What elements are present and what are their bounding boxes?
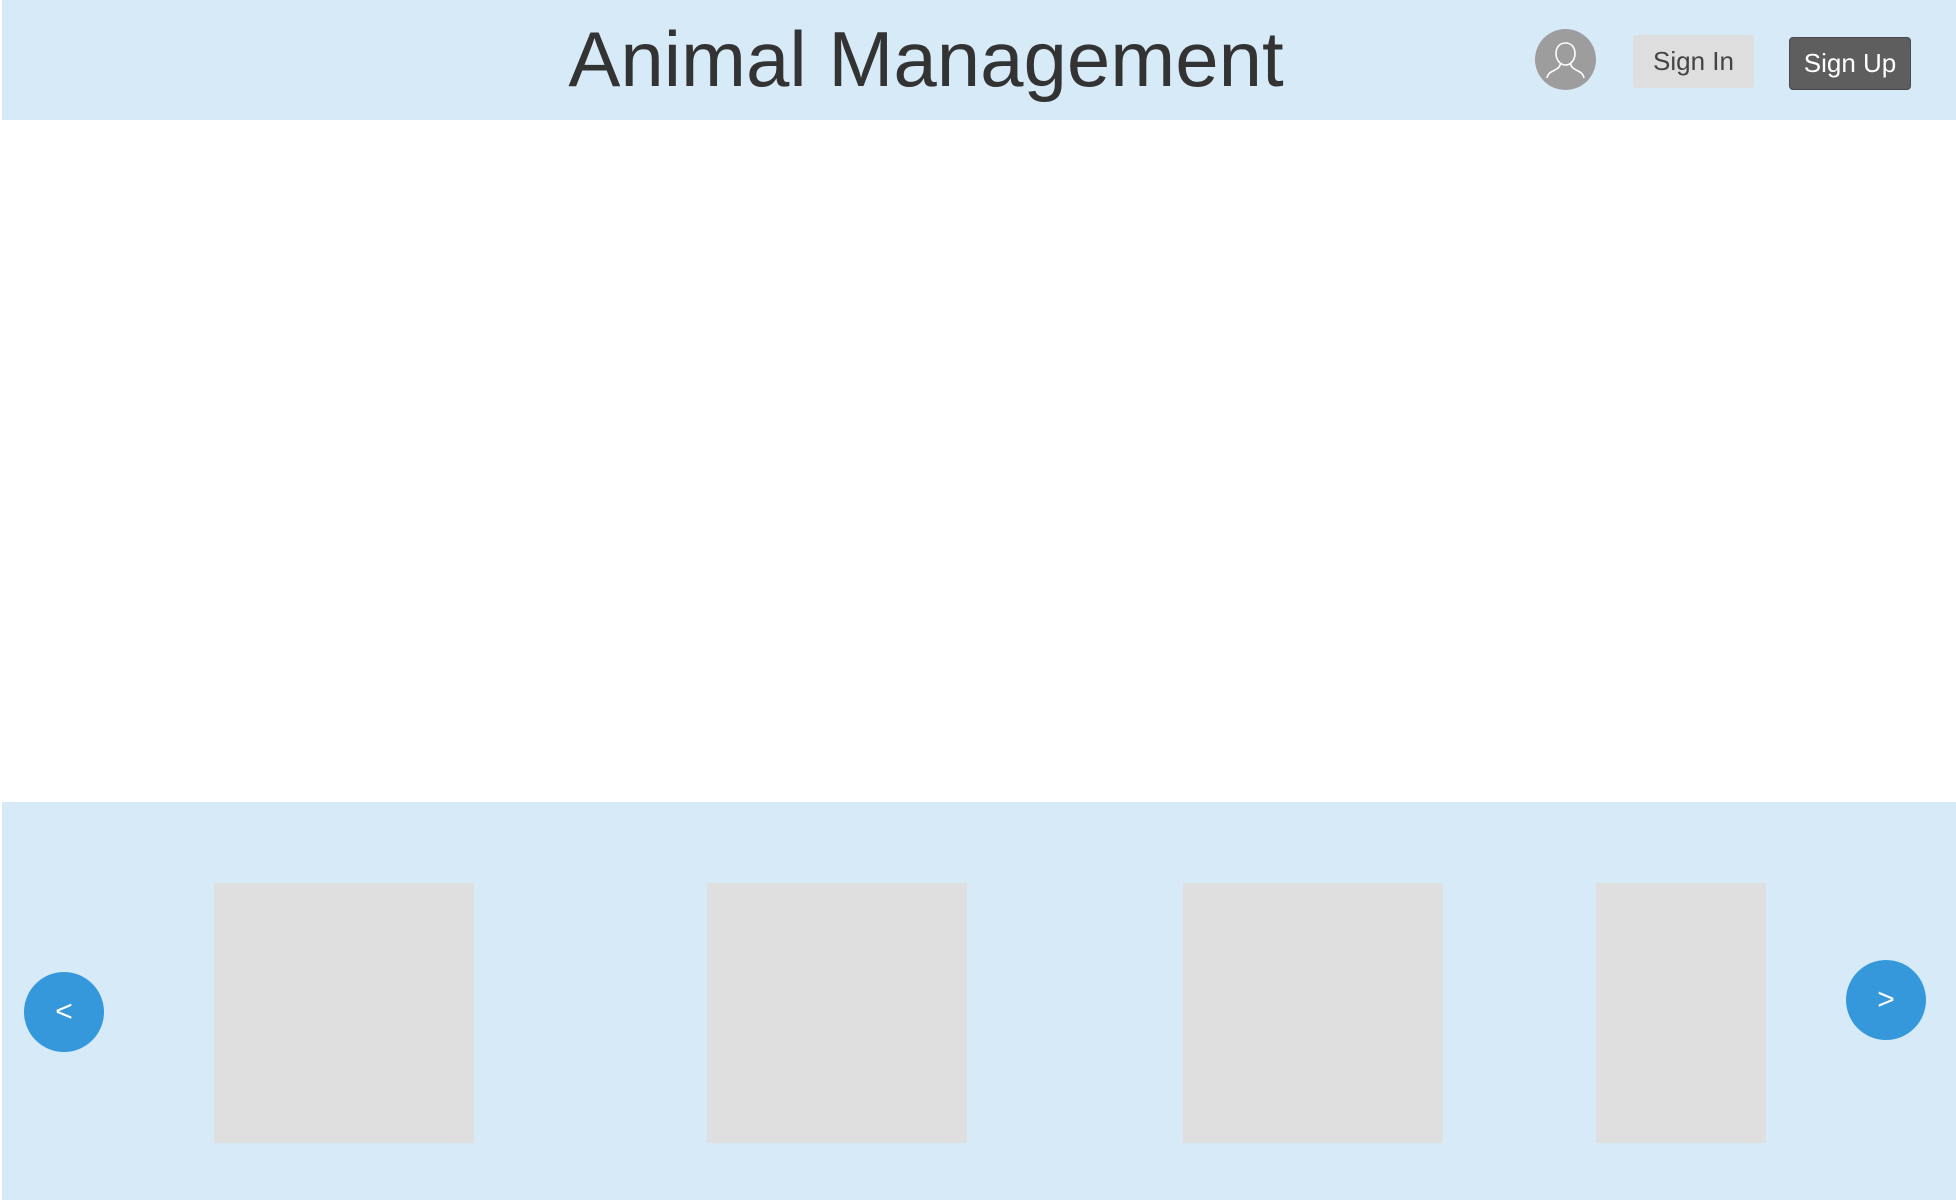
user-silhouette-icon (1546, 42, 1585, 79)
carousel-prev-button[interactable]: < (24, 972, 104, 1052)
carousel-slide-placeholder[interactable] (707, 883, 967, 1143)
header-bar: Animal Management Sign In Sign Up (2, 0, 1956, 120)
image-carousel: < > (2, 802, 1956, 1200)
sign-up-button[interactable]: Sign Up (1789, 37, 1911, 90)
carousel-slide-placeholder[interactable] (214, 883, 474, 1143)
carousel-next-button[interactable]: > (1846, 960, 1926, 1040)
carousel-slide-placeholder[interactable] (1183, 883, 1443, 1143)
sign-in-button[interactable]: Sign In (1633, 35, 1754, 88)
carousel-slide-placeholder[interactable] (1596, 883, 1766, 1143)
user-avatar-icon[interactable] (1535, 29, 1596, 90)
main-content-area (2, 120, 1956, 802)
